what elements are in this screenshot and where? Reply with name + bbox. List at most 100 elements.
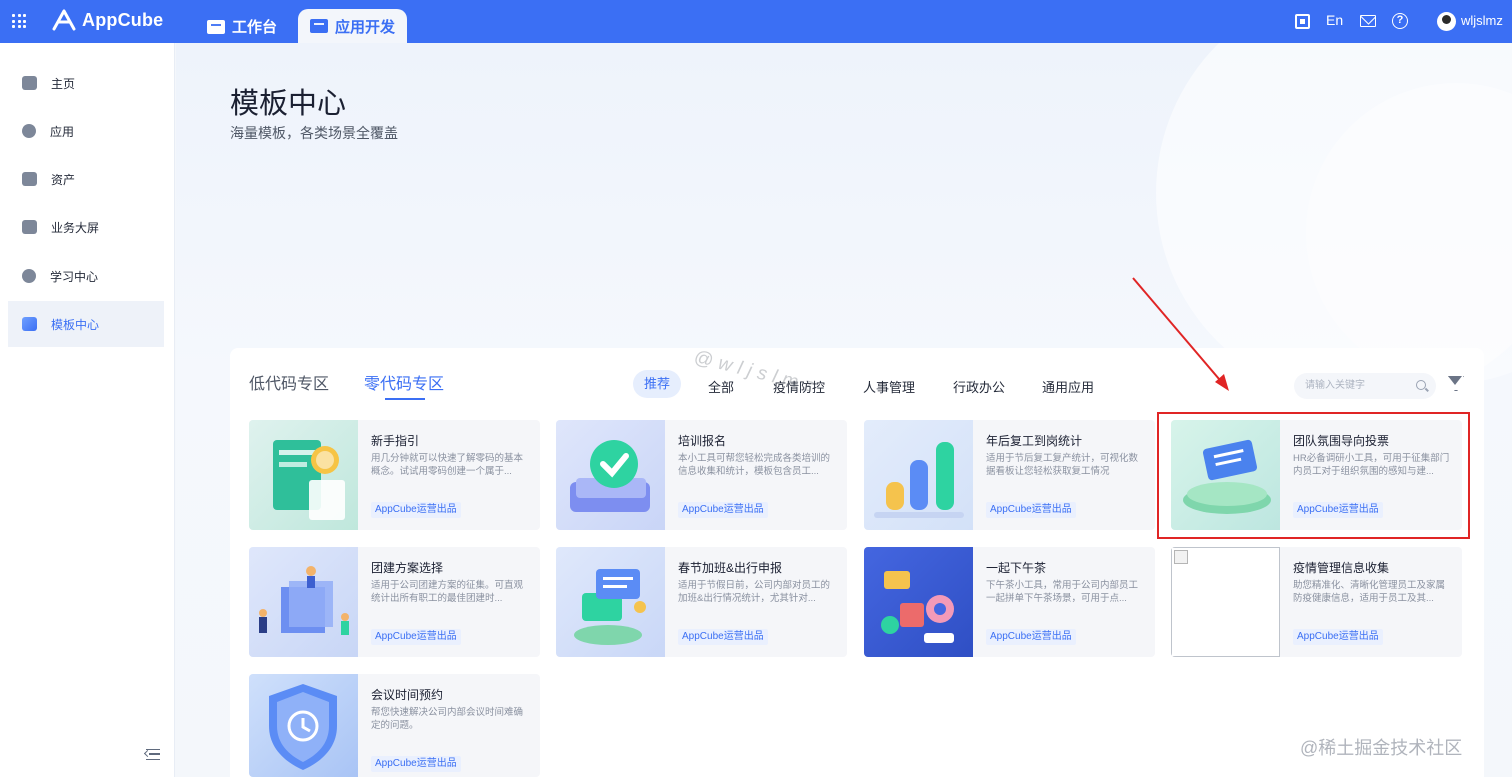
card-badge: AppCube运营出品 <box>986 629 1076 645</box>
template-thumbnail <box>556 547 665 657</box>
filter-icon[interactable] <box>1448 376 1462 385</box>
sidebar-item-label: 学习中心 <box>50 269 99 284</box>
search-input[interactable]: 请输入关键字 <box>1294 373 1436 399</box>
tab-app-dev-label: 应用开发 <box>335 18 396 36</box>
template-thumbnail <box>864 547 973 657</box>
card-title: 团建方案选择 <box>371 561 444 575</box>
teambuilding-illustration <box>259 566 349 635</box>
template-thumbnail <box>249 674 358 777</box>
tab-zero-code[interactable]: 零代码专区 <box>364 370 444 394</box>
app-grid-icon[interactable] <box>12 14 26 28</box>
card-badge: AppCube运营出品 <box>678 629 768 645</box>
card-description: 本小工具可帮您轻松完成各类培训的信息收集和统计，模板包含员工... <box>678 453 831 477</box>
holiday-illustration <box>574 569 646 645</box>
app-name: AppCube <box>82 9 164 30</box>
sidebar-item-label: 资产 <box>51 172 76 187</box>
template-card[interactable]: 团建方案选择 适用于公司团建方案的征集。可直观统计出所有职工的最佳团建时... … <box>249 547 540 657</box>
logo[interactable]: AppCube <box>52 9 163 31</box>
learn-icon <box>22 269 36 283</box>
category-admin[interactable]: 行政办公 <box>953 377 1005 396</box>
qrcode-icon[interactable] <box>1295 14 1310 29</box>
category-recommend[interactable]: 推荐 <box>633 370 682 398</box>
card-badge: AppCube运营出品 <box>371 502 461 518</box>
site-watermark: @稀土掘金技术社区 <box>1300 738 1463 758</box>
category-all[interactable]: 全部 <box>708 377 734 396</box>
code-icon <box>310 19 328 33</box>
card-title: 年后复工到岗统计 <box>986 434 1083 448</box>
home-icon <box>22 76 37 90</box>
language-switch[interactable]: En <box>1326 12 1343 28</box>
sidebar-item-templates[interactable]: 模板中心 <box>8 301 164 347</box>
chart-icon <box>22 220 37 234</box>
sidebar-item-assets[interactable]: 资产 <box>8 156 164 202</box>
template-thumbnail <box>864 420 973 530</box>
sidebar-item-label: 模板中心 <box>51 317 100 332</box>
card-title: 春节加班&出行申报 <box>678 561 783 575</box>
category-general[interactable]: 通用应用 <box>1042 377 1094 396</box>
page-title: 模板中心 <box>230 88 347 120</box>
sidebar-item-dashboard[interactable]: 业务大屏 <box>8 204 164 250</box>
sidebar-item-home[interactable]: 主页 <box>8 60 164 106</box>
sidebar-item-apps[interactable]: 应用 <box>8 108 164 154</box>
search-icon <box>1416 380 1426 390</box>
template-card[interactable]: 会议时间预约 帮您快速解决公司内部会议时间难确定的问题。 AppCube运营出品 <box>249 674 540 777</box>
card-description: 下午茶小工具，常用于公司内部员工一起拼单下午茶场景，可用于点... <box>986 580 1139 604</box>
template-card[interactable]: 新手指引 用几分钟就可以快速了解零码的基本概念。试试用零码创建一个属于... A… <box>249 420 540 530</box>
template-thumbnail <box>249 547 358 657</box>
card-badge: AppCube运营出品 <box>1293 629 1383 645</box>
card-badge: AppCube运营出品 <box>678 502 768 518</box>
page-subtitle: 海量模板，各类场景全覆盖 <box>230 125 398 141</box>
tab-workbench[interactable]: 工作台 <box>207 10 277 43</box>
card-description: 助您精准化、清晰化管理员工及家属防疫健康信息，适用于员工及其... <box>1293 580 1446 604</box>
help-icon[interactable]: ? <box>1392 13 1408 29</box>
card-description: 帮您快速解决公司内部会议时间难确定的问题。 <box>371 707 524 731</box>
template-thumbnail <box>556 420 665 530</box>
card-title: 新手指引 <box>371 434 420 448</box>
card-badge: AppCube运营出品 <box>986 502 1076 518</box>
tab-low-code[interactable]: 低代码专区 <box>249 370 329 394</box>
card-title: 会议时间预约 <box>371 688 444 702</box>
card-description: 适用于节后复工复产统计，可视化数据看板让您轻松获取复工情况 <box>986 453 1139 477</box>
avatar[interactable] <box>1437 12 1456 31</box>
guide-illustration <box>273 440 345 520</box>
card-title: 一起下午茶 <box>986 561 1047 575</box>
main-content: 模板中心 海量模板，各类场景全覆盖 低代码专区 零代码专区 推荐 全部 疫情防控… <box>176 43 1512 777</box>
card-description: 用几分钟就可以快速了解零码的基本概念。试试用零码创建一个属于... <box>371 453 524 477</box>
sidebar-item-label: 主页 <box>51 76 76 91</box>
card-badge: AppCube运营出品 <box>371 756 461 772</box>
template-card[interactable]: 培训报名 本小工具可帮您轻松完成各类培训的信息收集和统计，模板包含员工... A… <box>556 420 847 530</box>
sidebar-item-label: 业务大屏 <box>51 220 100 235</box>
category-hr[interactable]: 人事管理 <box>863 377 915 396</box>
appcube-logo-icon <box>52 9 76 31</box>
card-title: 培训报名 <box>678 434 727 448</box>
username[interactable]: wljslmz <box>1461 13 1503 28</box>
template-thumbnail <box>249 420 358 530</box>
highlight-box <box>1157 412 1470 539</box>
layers-icon <box>22 317 37 331</box>
database-icon <box>22 172 37 186</box>
meeting-illustration <box>269 684 337 770</box>
tab-workbench-label: 工作台 <box>232 19 278 36</box>
template-card[interactable]: 疫情管理信息收集 助您精准化、清晰化管理员工及家属防疫健康信息，适用于员工及其.… <box>1171 547 1462 657</box>
card-description: 适用于节假日前，公司内部对员工的加班&出行情况统计，尤其针对... <box>678 580 831 604</box>
card-title: 疫情管理信息收集 <box>1293 561 1390 575</box>
sidebar-item-learning[interactable]: 学习中心 <box>8 253 164 299</box>
template-card[interactable]: 春节加班&出行申报 适用于节假日前，公司内部对员工的加班&出行情况统计，尤其针对… <box>556 547 847 657</box>
broken-image-icon <box>1171 547 1280 657</box>
tab-app-dev[interactable]: 应用开发 <box>298 9 408 43</box>
monitor-icon <box>207 19 225 34</box>
collapse-sidebar-icon[interactable] <box>146 749 160 760</box>
active-tab-indicator <box>385 398 425 400</box>
sidebar-item-label: 应用 <box>50 124 75 139</box>
top-bar: AppCube 工作台 应用开发 En ? wljslmz <box>0 0 1512 43</box>
red-arrow-annotation <box>1132 277 1229 391</box>
app-icon <box>22 124 36 138</box>
template-card[interactable]: 年后复工到岗统计 适用于节后复工复产统计，可视化数据看板让您轻松获取复工情况 A… <box>864 420 1155 530</box>
sidebar: 主页 应用 资产 业务大屏 学习中心 模板中心 <box>0 43 175 777</box>
training-illustration <box>570 440 650 512</box>
teatime-illustration <box>881 571 954 643</box>
mail-icon[interactable] <box>1360 15 1376 27</box>
stats-illustration <box>874 442 964 518</box>
template-card[interactable]: 一起下午茶 下午茶小工具，常用于公司内部员工一起拼单下午茶场景，可用于点... … <box>864 547 1155 657</box>
card-badge: AppCube运营出品 <box>371 629 461 645</box>
